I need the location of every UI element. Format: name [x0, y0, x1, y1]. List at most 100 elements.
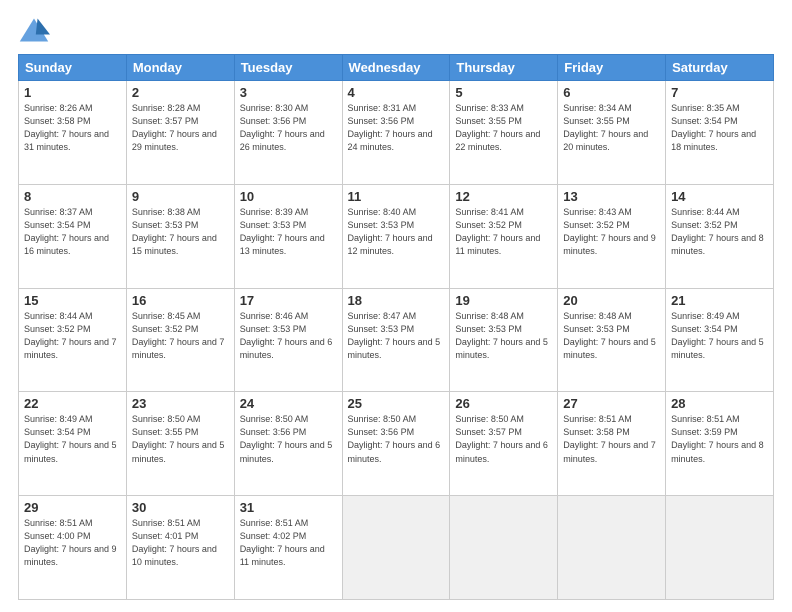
- day-info: Sunrise: 8:51 AMSunset: 3:58 PMDaylight:…: [563, 413, 660, 465]
- day-number: 4: [348, 85, 445, 100]
- day-number: 29: [24, 500, 121, 515]
- day-number: 25: [348, 396, 445, 411]
- day-number: 7: [671, 85, 768, 100]
- day-number: 24: [240, 396, 337, 411]
- day-info: Sunrise: 8:49 AMSunset: 3:54 PMDaylight:…: [24, 413, 121, 465]
- calendar-week-row: 8Sunrise: 8:37 AMSunset: 3:54 PMDaylight…: [19, 184, 774, 288]
- calendar-week-row: 22 Sunrise: 8:49 AMSunset: 3:54 PMDayligh…: [19, 392, 774, 496]
- calendar-day-header: Sunday: [19, 55, 127, 81]
- day-number: 23: [132, 396, 229, 411]
- day-info: Sunrise: 8:30 AMSunset: 3:56 PMDaylight:…: [240, 102, 337, 154]
- day-number: 10: [240, 189, 337, 204]
- calendar-day-cell: 12 Sunrise: 8:41 AMSunset: 3:52 PMDayligh…: [450, 184, 558, 288]
- day-number: 5: [455, 85, 552, 100]
- day-number: 22: [24, 396, 121, 411]
- calendar-week-row: 29 Sunrise: 8:51 AMSunset: 4:00 PMDayligh…: [19, 496, 774, 600]
- day-info: Sunrise: 8:50 AMSunset: 3:56 PMDaylight:…: [240, 413, 337, 465]
- calendar-day-cell: 28 Sunrise: 8:51 AMSunset: 3:59 PMDayligh…: [666, 392, 774, 496]
- day-info: Sunrise: 8:44 AMSunset: 3:52 PMDaylight:…: [671, 206, 768, 258]
- day-number: 30: [132, 500, 229, 515]
- day-info: Sunrise: 8:35 AMSunset: 3:54 PMDaylight:…: [671, 102, 768, 154]
- day-info: Sunrise: 8:33 AMSunset: 3:55 PMDaylight:…: [455, 102, 552, 154]
- day-number: 17: [240, 293, 337, 308]
- day-number: 16: [132, 293, 229, 308]
- calendar-day-cell: 8Sunrise: 8:37 AMSunset: 3:54 PMDaylight…: [19, 184, 127, 288]
- calendar-day-cell: 13 Sunrise: 8:43 AMSunset: 3:52 PMDayligh…: [558, 184, 666, 288]
- day-info: Sunrise: 8:43 AMSunset: 3:52 PMDaylight:…: [563, 206, 660, 258]
- calendar-day-cell: 7 Sunrise: 8:35 AMSunset: 3:54 PMDaylight…: [666, 81, 774, 185]
- logo-icon: [18, 16, 50, 44]
- calendar-day-cell: 31 Sunrise: 8:51 AMSunset: 4:02 PMDayligh…: [234, 496, 342, 600]
- calendar-day-cell: 23 Sunrise: 8:50 AMSunset: 3:55 PMDayligh…: [126, 392, 234, 496]
- day-number: 6: [563, 85, 660, 100]
- day-info: Sunrise: 8:31 AMSunset: 3:56 PMDaylight:…: [348, 102, 445, 154]
- day-info: Sunrise: 8:51 AMSunset: 4:01 PMDaylight:…: [132, 517, 229, 569]
- day-number: 2: [132, 85, 229, 100]
- day-info: Sunrise: 8:44 AMSunset: 3:52 PMDaylight:…: [24, 310, 121, 362]
- calendar-day-cell: 30 Sunrise: 8:51 AMSunset: 4:01 PMDayligh…: [126, 496, 234, 600]
- calendar-week-row: 1Sunrise: 8:26 AMSunset: 3:58 PMDaylight…: [19, 81, 774, 185]
- calendar-day-header: Monday: [126, 55, 234, 81]
- calendar-day-cell: 21Sunrise: 8:49 AMSunset: 3:54 PMDayligh…: [666, 288, 774, 392]
- calendar-day-cell: 17 Sunrise: 8:46 AMSunset: 3:53 PMDayligh…: [234, 288, 342, 392]
- day-number: 31: [240, 500, 337, 515]
- calendar-day-cell: [342, 496, 450, 600]
- calendar-day-cell: 16 Sunrise: 8:45 AMSunset: 3:52 PMDayligh…: [126, 288, 234, 392]
- day-info: Sunrise: 8:41 AMSunset: 3:52 PMDaylight:…: [455, 206, 552, 258]
- day-info: Sunrise: 8:45 AMSunset: 3:52 PMDaylight:…: [132, 310, 229, 362]
- calendar-day-header: Tuesday: [234, 55, 342, 81]
- calendar-header-row: SundayMondayTuesdayWednesdayThursdayFrid…: [19, 55, 774, 81]
- calendar-day-header: Saturday: [666, 55, 774, 81]
- day-info: Sunrise: 8:50 AMSunset: 3:55 PMDaylight:…: [132, 413, 229, 465]
- calendar-day-cell: 14 Sunrise: 8:44 AMSunset: 3:52 PMDayligh…: [666, 184, 774, 288]
- day-number: 26: [455, 396, 552, 411]
- calendar-day-cell: 5 Sunrise: 8:33 AMSunset: 3:55 PMDaylight…: [450, 81, 558, 185]
- day-number: 12: [455, 189, 552, 204]
- calendar-day-cell: 22 Sunrise: 8:49 AMSunset: 3:54 PMDayligh…: [19, 392, 127, 496]
- day-number: 18: [348, 293, 445, 308]
- day-number: 3: [240, 85, 337, 100]
- calendar-day-cell: 2Sunrise: 8:28 AMSunset: 3:57 PMDaylight…: [126, 81, 234, 185]
- calendar-day-cell: [666, 496, 774, 600]
- day-number: 20: [563, 293, 660, 308]
- calendar-day-cell: 20 Sunrise: 8:48 AMSunset: 3:53 PMDayligh…: [558, 288, 666, 392]
- day-info: Sunrise: 8:51 AMSunset: 4:00 PMDaylight:…: [24, 517, 121, 569]
- calendar-day-cell: 6 Sunrise: 8:34 AMSunset: 3:55 PMDaylight…: [558, 81, 666, 185]
- day-info: Sunrise: 8:26 AMSunset: 3:58 PMDaylight:…: [24, 102, 121, 154]
- day-info: Sunrise: 8:51 AMSunset: 3:59 PMDaylight:…: [671, 413, 768, 465]
- calendar-day-header: Thursday: [450, 55, 558, 81]
- calendar-day-cell: 26Sunrise: 8:50 AMSunset: 3:57 PMDayligh…: [450, 392, 558, 496]
- day-number: 9: [132, 189, 229, 204]
- day-number: 27: [563, 396, 660, 411]
- day-info: Sunrise: 8:50 AMSunset: 3:56 PMDaylight:…: [348, 413, 445, 465]
- day-info: Sunrise: 8:39 AMSunset: 3:53 PMDaylight:…: [240, 206, 337, 258]
- calendar-day-cell: 11Sunrise: 8:40 AMSunset: 3:53 PMDayligh…: [342, 184, 450, 288]
- calendar-day-cell: 1Sunrise: 8:26 AMSunset: 3:58 PMDaylight…: [19, 81, 127, 185]
- day-info: Sunrise: 8:51 AMSunset: 4:02 PMDaylight:…: [240, 517, 337, 569]
- day-info: Sunrise: 8:38 AMSunset: 3:53 PMDaylight:…: [132, 206, 229, 258]
- calendar-day-cell: 9 Sunrise: 8:38 AMSunset: 3:53 PMDaylight…: [126, 184, 234, 288]
- calendar-day-cell: 29 Sunrise: 8:51 AMSunset: 4:00 PMDayligh…: [19, 496, 127, 600]
- calendar-day-cell: [558, 496, 666, 600]
- calendar-table: SundayMondayTuesdayWednesdayThursdayFrid…: [18, 54, 774, 600]
- day-info: Sunrise: 8:48 AMSunset: 3:53 PMDaylight:…: [455, 310, 552, 362]
- day-info: Sunrise: 8:34 AMSunset: 3:55 PMDaylight:…: [563, 102, 660, 154]
- page: SundayMondayTuesdayWednesdayThursdayFrid…: [0, 0, 792, 612]
- day-number: 19: [455, 293, 552, 308]
- calendar-day-cell: 27 Sunrise: 8:51 AMSunset: 3:58 PMDayligh…: [558, 392, 666, 496]
- day-number: 15: [24, 293, 121, 308]
- calendar-day-cell: 10 Sunrise: 8:39 AMSunset: 3:53 PMDayligh…: [234, 184, 342, 288]
- day-number: 13: [563, 189, 660, 204]
- day-number: 11: [348, 189, 445, 204]
- day-info: Sunrise: 8:46 AMSunset: 3:53 PMDaylight:…: [240, 310, 337, 362]
- day-info: Sunrise: 8:48 AMSunset: 3:53 PMDaylight:…: [563, 310, 660, 362]
- day-number: 28: [671, 396, 768, 411]
- calendar-day-cell: 19 Sunrise: 8:48 AMSunset: 3:53 PMDayligh…: [450, 288, 558, 392]
- day-info: Sunrise: 8:49 AMSunset: 3:54 PMDaylight:…: [671, 310, 768, 362]
- calendar-day-cell: 4 Sunrise: 8:31 AMSunset: 3:56 PMDaylight…: [342, 81, 450, 185]
- calendar-day-cell: 24 Sunrise: 8:50 AMSunset: 3:56 PMDayligh…: [234, 392, 342, 496]
- calendar-day-cell: 3 Sunrise: 8:30 AMSunset: 3:56 PMDaylight…: [234, 81, 342, 185]
- calendar-day-cell: 25 Sunrise: 8:50 AMSunset: 3:56 PMDayligh…: [342, 392, 450, 496]
- day-number: 14: [671, 189, 768, 204]
- day-info: Sunrise: 8:47 AMSunset: 3:53 PMDaylight:…: [348, 310, 445, 362]
